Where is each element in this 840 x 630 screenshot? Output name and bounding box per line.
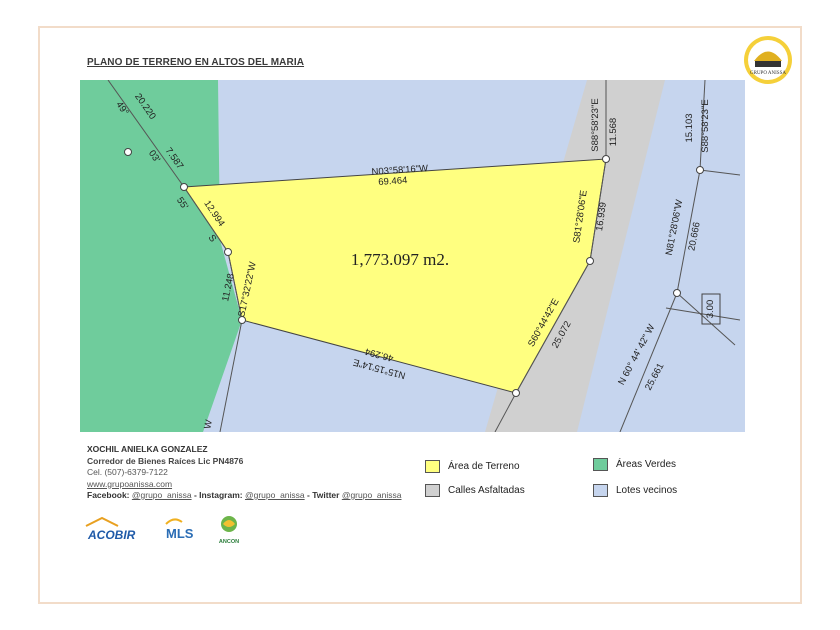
legend-swatch-green <box>593 458 608 471</box>
legend-label-terrain: Área de Terreno <box>448 461 520 472</box>
facebook-label: Facebook: <box>87 490 130 500</box>
legend-neighbors: Lotes vecinos <box>593 484 677 497</box>
mls-text: MLS <box>166 526 194 541</box>
legend-label-streets: Calles Asfaltadas <box>448 485 525 496</box>
ancon-logo: ANCON <box>219 516 239 545</box>
agent-name: XOCHIL ANIELKA GONZALEZ <box>87 444 208 454</box>
acobir-logo: ACOBIR <box>85 516 136 542</box>
label-s88-b-len: 15.103 <box>684 113 695 142</box>
mls-logo: MLS <box>165 518 194 541</box>
agent-info: XOCHIL ANIELKA GONZALEZ Corredor de Bien… <box>87 444 402 502</box>
partner-logos: ACOBIR MLS ANCON <box>85 516 239 545</box>
label-s88-a: S88°58'23"E <box>590 98 601 151</box>
label-n03-len: 69.464 <box>378 175 408 188</box>
agent-website[interactable]: www.grupoanissa.com <box>87 479 402 491</box>
legend-green: Áreas Verdes <box>593 458 676 471</box>
logo-text: GRUPO ANISSA <box>750 71 786 76</box>
legend-swatch-terrain <box>425 460 440 473</box>
acobir-text: ACOBIR <box>87 528 136 542</box>
legend-label-neighbors: Lotes vecinos <box>616 485 678 496</box>
agent-social: Facebook: @grupo_anissa - Instagram: @gr… <box>87 490 402 502</box>
label-s88-b: S88°58'23"E <box>700 99 711 152</box>
legend-swatch-neighbors <box>593 484 608 497</box>
instagram-label: - Instagram: <box>193 490 243 500</box>
instagram-handle[interactable]: @grupo_anissa <box>245 490 305 500</box>
twitter-handle[interactable]: @grupo_anissa <box>342 490 402 500</box>
grupo-anissa-logo: GRUPO ANISSA <box>744 36 792 84</box>
area-label: 1,773.097 m2. <box>351 250 449 269</box>
twitter-label: - Twitter <box>307 490 340 500</box>
legend-terrain: Área de Terreno <box>425 460 520 473</box>
ancon-text: ANCON <box>219 539 239 545</box>
label-s88-a-len: 11.568 <box>608 118 619 146</box>
agent-license: Corredor de Bienes Raíces Lic PN4876 <box>87 455 244 466</box>
label-box-val: 3.00 <box>705 300 716 319</box>
facebook-handle[interactable]: @grupo_anissa <box>132 490 192 500</box>
page-title: PLANO DE TERRENO EN ALTOS DEL MARIA <box>87 57 305 68</box>
terrain-plan-map: 1,773.097 m2. N03°58'16"W 69.464 S88°58'… <box>80 80 745 432</box>
agent-phone: Cel. (507)-6379-7122 <box>87 467 168 477</box>
legend-label-green: Áreas Verdes <box>616 459 677 470</box>
legend-streets: Calles Asfaltadas <box>425 484 525 497</box>
green-area <box>80 80 242 432</box>
legend-swatch-streets <box>425 484 440 497</box>
